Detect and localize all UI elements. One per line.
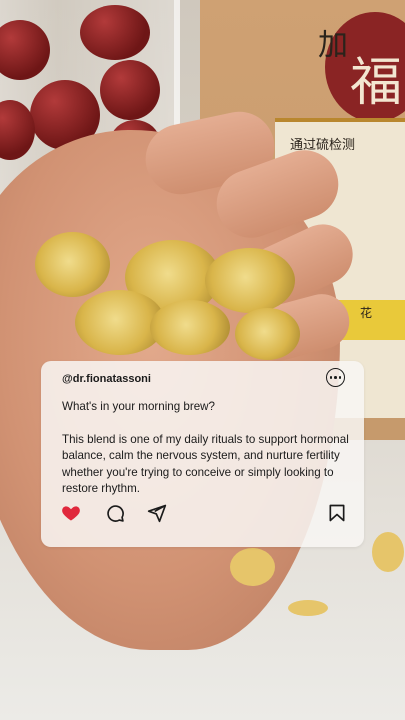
red-date (80, 5, 150, 60)
dried-flower (235, 308, 300, 360)
post-card: @dr.fionatassoni What's in your morning … (41, 361, 364, 547)
comment-icon[interactable] (105, 503, 125, 523)
dried-flower (35, 232, 110, 297)
package-label-1: 加 (318, 28, 348, 63)
dried-flower (150, 300, 230, 355)
flower-crumb (230, 548, 275, 586)
flower-crumb (288, 600, 328, 616)
package-label-4: 花 (360, 306, 373, 320)
username[interactable]: @dr.fionatassoni (62, 373, 151, 385)
post-actions (61, 503, 351, 523)
bookmark-icon[interactable] (327, 503, 347, 523)
package-label-2: 福 (350, 53, 403, 113)
post-caption: What's in your morning brew? This blend … (62, 399, 352, 498)
dried-flower (205, 248, 295, 313)
background-photo: 加 福 通过硫检测 花 (0, 0, 405, 720)
send-icon[interactable] (147, 503, 167, 523)
caption-question: What's in your morning brew? (62, 400, 215, 413)
caption-body: This blend is one of my daily rituals to… (62, 432, 349, 496)
flower-crumb (372, 532, 404, 572)
red-date (100, 60, 160, 120)
heart-icon[interactable] (61, 503, 81, 523)
more-options-icon[interactable] (326, 368, 345, 387)
